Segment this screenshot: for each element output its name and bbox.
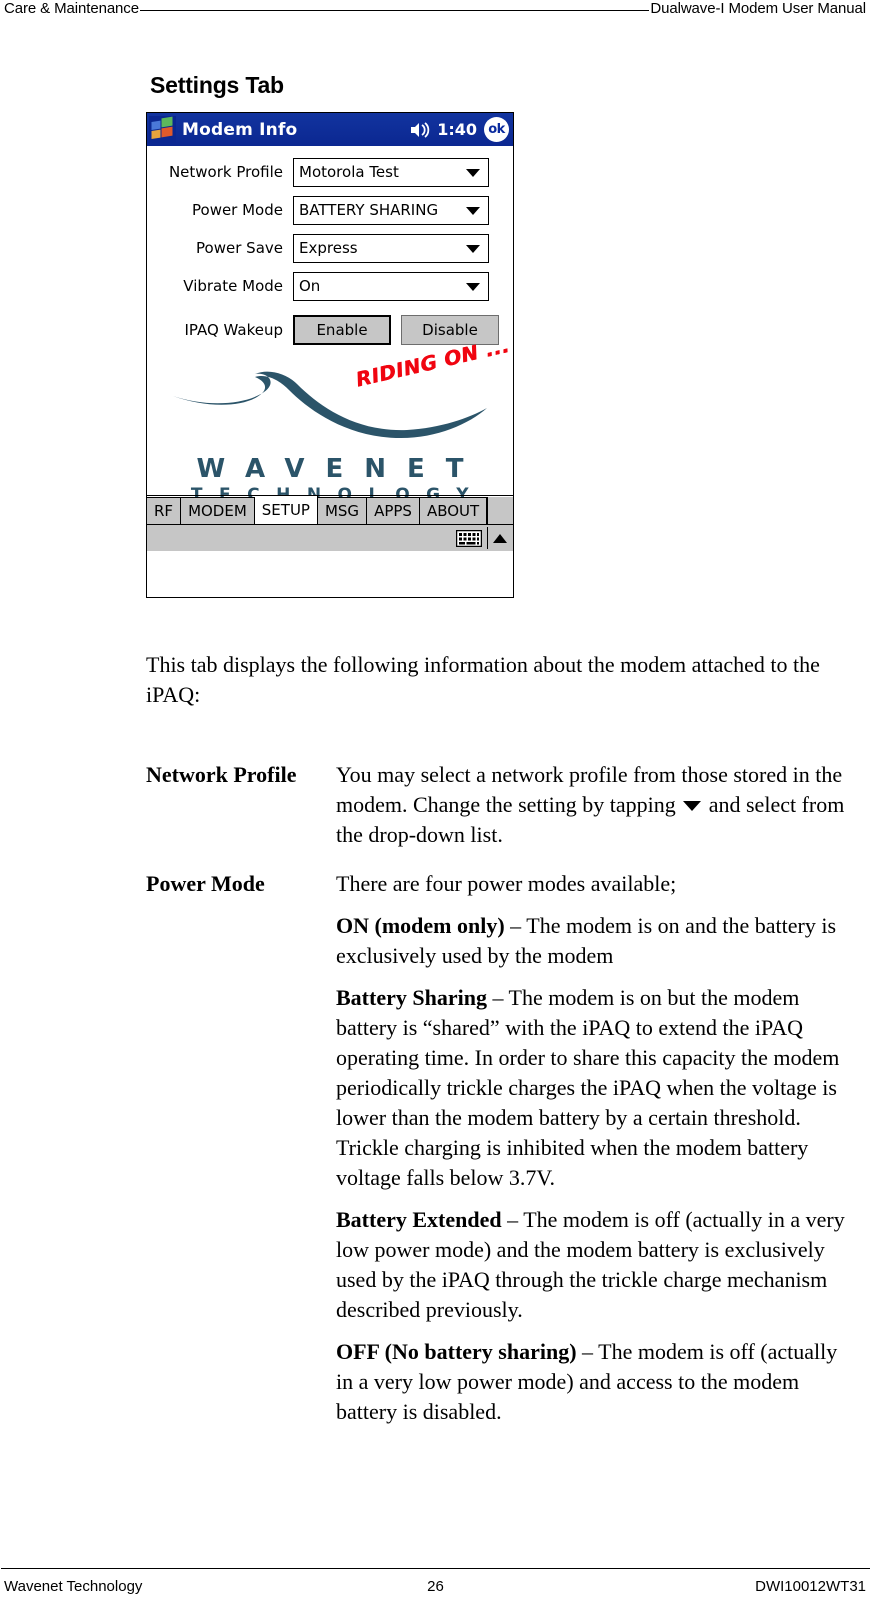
paragraph: Battery Sharing – The modem is on but th… bbox=[336, 983, 846, 1193]
definition-network-profile: Network Profile You may select a network… bbox=[146, 760, 846, 850]
tab-setup[interactable]: SETUP bbox=[254, 496, 318, 524]
tab-apps[interactable]: APPS bbox=[367, 497, 420, 524]
pda-window-title: Modem Info bbox=[182, 119, 298, 140]
chevron-down-icon[interactable] bbox=[466, 207, 480, 215]
page-running-footer: Wavenet Technology 26 DWI10012WT31 bbox=[0, 1574, 871, 1598]
definition-description: You may select a network profile from th… bbox=[336, 760, 846, 850]
footer-page-number: 26 bbox=[427, 1577, 444, 1595]
enable-button[interactable]: Enable bbox=[293, 315, 391, 345]
paragraph-lead: OFF (No battery sharing) bbox=[336, 1339, 577, 1364]
power-save-dropdown[interactable]: Express bbox=[293, 233, 489, 263]
ok-button[interactable]: ok bbox=[484, 117, 509, 142]
header-left-text: Care & Maintenance bbox=[4, 0, 139, 17]
vibrate-mode-dropdown[interactable]: On bbox=[293, 271, 489, 301]
page-running-header: Care & Maintenance Dualwave-I Modem User… bbox=[0, 0, 871, 26]
power-save-label: Power Save bbox=[196, 239, 283, 257]
vibrate-mode-value: On bbox=[299, 277, 321, 295]
paragraph: There are four power modes available; bbox=[336, 871, 677, 896]
tab-modem[interactable]: MODEM bbox=[181, 497, 255, 524]
tab-about[interactable]: ABOUT bbox=[419, 497, 488, 524]
page-title: Settings Tab bbox=[150, 72, 284, 98]
field-row-vibrate-mode: Vibrate Mode On bbox=[147, 268, 513, 304]
definition-description: There are four power modes available; ON… bbox=[336, 869, 846, 1427]
field-row-power-save: Power Save Express bbox=[147, 230, 513, 266]
power-mode-dropdown[interactable]: BATTERY SHARING bbox=[293, 195, 489, 225]
pda-title-bar-right: 1:40 ok bbox=[410, 113, 509, 146]
vibrate-mode-label: Vibrate Mode bbox=[183, 277, 283, 295]
chevron-up-icon[interactable] bbox=[493, 533, 507, 543]
paragraph: Battery Extended – The modem is off (act… bbox=[336, 1205, 846, 1325]
power-save-value: Express bbox=[299, 239, 358, 257]
chevron-down-icon bbox=[683, 801, 702, 811]
field-row-power-mode: Power Mode BATTERY SHARING bbox=[147, 192, 513, 228]
paragraph-lead: ON (modem only) bbox=[336, 913, 505, 938]
intro-paragraph: This tab displays the following informat… bbox=[146, 652, 820, 707]
wavenet-logo: RIDING ON ... WAVENET TECHNOLOGY bbox=[147, 333, 513, 514]
paragraph-lead: Battery Extended bbox=[336, 1207, 502, 1232]
network-profile-dropdown[interactable]: Motorola Test bbox=[293, 157, 489, 187]
tab-msg[interactable]: MSG bbox=[317, 497, 368, 524]
speaker-icon[interactable] bbox=[410, 121, 430, 139]
pda-clock[interactable]: 1:40 bbox=[437, 120, 477, 139]
paragraph: ON (modem only) – The modem is on and th… bbox=[336, 911, 846, 971]
header-rule bbox=[139, 0, 650, 11]
network-profile-label: Network Profile bbox=[168, 163, 283, 181]
tab-list: RF MODEM SETUP MSG APPS ABOUT bbox=[147, 495, 513, 524]
sip-divider bbox=[486, 527, 488, 549]
pda-title-bar: Modem Info 1:40 ok bbox=[147, 113, 513, 146]
header-right-text: Dualwave-I Modem User Manual bbox=[650, 0, 866, 17]
definition-list: Network Profile You may select a network… bbox=[146, 760, 846, 1427]
tab-strip-filler bbox=[487, 497, 513, 524]
pda-client-area: Network Profile Motorola Test Power Mode… bbox=[147, 154, 513, 551]
chevron-down-icon[interactable] bbox=[466, 169, 480, 177]
footer-document-code: DWI10012WT31 bbox=[755, 1577, 866, 1595]
logo-wordmark-line1: WAVENET bbox=[196, 454, 485, 484]
ipaq-wakeup-label: IPAQ Wakeup bbox=[184, 321, 283, 339]
chevron-down-icon[interactable] bbox=[466, 283, 480, 291]
paragraph-lead: Battery Sharing bbox=[336, 985, 487, 1010]
chevron-down-icon[interactable] bbox=[466, 245, 480, 253]
definition-power-mode: Power Mode There are four power modes av… bbox=[146, 869, 846, 1427]
footer-rule bbox=[1, 1568, 870, 1569]
field-row-network-profile: Network Profile Motorola Test bbox=[147, 154, 513, 190]
power-mode-value: BATTERY SHARING bbox=[299, 201, 439, 219]
paragraph-text: – The modem is on but the modem battery … bbox=[336, 985, 840, 1190]
pda-screenshot-figure: Modem Info 1:40 ok Network Profile Motor… bbox=[146, 112, 514, 598]
windows-flag-icon[interactable] bbox=[149, 116, 176, 143]
paragraph: OFF (No battery sharing) – The modem is … bbox=[336, 1337, 846, 1427]
definition-term: Network Profile bbox=[146, 762, 297, 787]
keyboard-icon[interactable] bbox=[455, 529, 482, 547]
paragraph: You may select a network profile from th… bbox=[336, 760, 846, 850]
tab-rf[interactable]: RF bbox=[147, 497, 182, 524]
pda-tab-strip: RF MODEM SETUP MSG APPS ABOUT bbox=[147, 495, 513, 551]
network-profile-value: Motorola Test bbox=[299, 163, 399, 181]
definition-term: Power Mode bbox=[146, 871, 265, 896]
power-mode-label: Power Mode bbox=[192, 201, 283, 219]
soft-input-panel-bar bbox=[147, 524, 513, 551]
